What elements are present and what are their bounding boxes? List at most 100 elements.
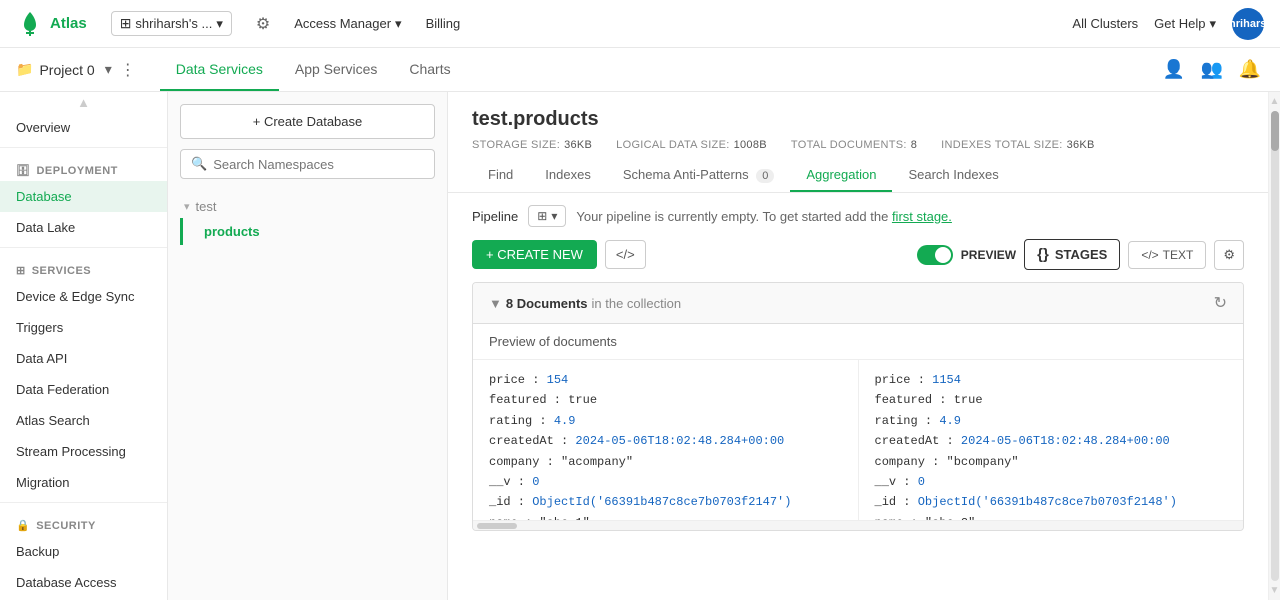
scroll-bottom-icon[interactable]: ▼	[1270, 585, 1280, 596]
create-database-button[interactable]: + Create Database	[180, 104, 435, 139]
sidebar-section-services: ⊞ SERVICES	[0, 252, 167, 281]
search-namespaces-input[interactable]	[213, 157, 424, 172]
text-button[interactable]: </> TEXT	[1128, 241, 1206, 269]
top-navbar: Atlas ⊞ shriharsh's ... ▾ ⚙ Access Manag…	[0, 0, 1280, 48]
preview-toggle-group: PREVIEW	[917, 245, 1016, 265]
database-group-test: ▾ test products	[180, 195, 435, 245]
toggle-knob	[935, 247, 951, 263]
pipeline-source-icon[interactable]: ⊞ ▾	[528, 205, 566, 227]
preview-label: PREVIEW	[961, 248, 1016, 262]
tab-find[interactable]: Find	[472, 159, 529, 192]
org-selector[interactable]: ⊞ shriharsh's ... ▾	[111, 11, 232, 36]
sidebar: ▲ Overview 🗄 DEPLOYMENT Database Data La…	[0, 92, 168, 600]
sidebar-item-triggers[interactable]: Triggers	[0, 312, 167, 343]
project-bar: 📁 Project 0 ▾ ⋮ Data Services App Servic…	[0, 48, 1280, 92]
bell-icon[interactable]: 🔔	[1236, 56, 1264, 84]
pipeline-label: Pipeline	[472, 209, 518, 224]
database-name-test[interactable]: ▾ test	[180, 195, 435, 218]
doc1-company: company : "acompany"	[489, 452, 842, 472]
person-icon[interactable]: 👤	[1160, 56, 1188, 84]
tab-data-services[interactable]: Data Services	[160, 48, 279, 91]
search-namespaces-box[interactable]: 🔍	[180, 149, 435, 179]
doc2-price: price : 1154	[875, 370, 1228, 390]
sidebar-item-data-federation[interactable]: Data Federation	[0, 374, 167, 405]
doc2-featured: featured : true	[875, 390, 1228, 410]
pipeline-bar: Pipeline ⊞ ▾ Your pipeline is currently …	[472, 205, 1244, 227]
collection-item-products[interactable]: products	[180, 218, 435, 245]
billing-link[interactable]: Billing	[426, 16, 461, 31]
collection-title: test.products	[472, 108, 1244, 131]
get-help-menu[interactable]: Get Help ▾	[1154, 16, 1216, 32]
sidebar-item-database-access[interactable]: Database Access	[0, 567, 167, 598]
doc1-featured: featured : true	[489, 390, 842, 410]
document-card-1: price : 154 featured : true rating : 4.9…	[473, 360, 859, 520]
doc2-name: name : "abc-2"	[875, 513, 1228, 520]
tab-charts[interactable]: Charts	[393, 48, 466, 91]
docs-header[interactable]: ▼ 8 Documents in the collection ↻	[473, 283, 1243, 324]
sidebar-item-overview[interactable]: Overview	[0, 112, 167, 143]
sidebar-item-data-api[interactable]: Data API	[0, 343, 167, 374]
settings-icon[interactable]: ⚙	[256, 14, 270, 34]
create-new-button[interactable]: + CREATE NEW	[472, 240, 597, 269]
docs-horizontal-scroll[interactable]	[473, 520, 1243, 530]
main-layout: ▲ Overview 🗄 DEPLOYMENT Database Data La…	[0, 92, 1280, 600]
tab-app-services[interactable]: App Services	[279, 48, 393, 91]
meta-total-docs: TOTAL DOCUMENTS: 8	[791, 139, 917, 151]
access-chevron-icon: ▾	[395, 16, 402, 32]
pipeline-actions: + CREATE NEW </> PREVIEW {} STAGES </>	[472, 239, 1244, 270]
access-manager-menu[interactable]: Access Manager ▾	[294, 16, 401, 32]
sidebar-item-device-sync[interactable]: Device & Edge Sync	[0, 281, 167, 312]
doc1-v: __v : 0	[489, 472, 842, 492]
gear-icon: ⚙	[1223, 247, 1235, 262]
pipeline-area: Pipeline ⊞ ▾ Your pipeline is currently …	[448, 193, 1268, 600]
document-card-2: price : 1154 featured : true rating : 4.…	[859, 360, 1244, 520]
user-chevron-icon: ▾	[1270, 17, 1276, 30]
deployment-icon: 🗄	[16, 164, 30, 177]
sidebar-item-database[interactable]: Database	[0, 181, 167, 212]
preview-toggle[interactable]	[917, 245, 953, 265]
tab-search-indexes[interactable]: Search Indexes	[892, 159, 1014, 192]
tab-schema[interactable]: Schema Anti-Patterns 0	[607, 159, 790, 192]
all-clusters-button[interactable]: All Clusters	[1072, 16, 1138, 31]
sidebar-item-stream-processing[interactable]: Stream Processing	[0, 436, 167, 467]
docs-grid: price : 154 featured : true rating : 4.9…	[473, 360, 1243, 520]
doc2-id: _id : ObjectId('66391b487c8ce7b0703f2148…	[875, 492, 1228, 512]
meta-logical-size: LOGICAL DATA SIZE: 1008B	[616, 139, 767, 151]
docs-preview-label: Preview of documents	[473, 324, 1243, 360]
sidebar-item-migration[interactable]: Migration	[0, 467, 167, 498]
doc1-rating: rating : 4.9	[489, 411, 842, 431]
org-chevron-icon: ▾	[216, 16, 223, 32]
collection-meta: STORAGE SIZE: 36KB LOGICAL DATA SIZE: 10…	[472, 139, 1244, 151]
sidebar-section-deployment: 🗄 DEPLOYMENT	[0, 152, 167, 181]
tab-indexes[interactable]: Indexes	[529, 159, 607, 192]
search-icon: 🔍	[191, 156, 207, 172]
stages-button[interactable]: {} STAGES	[1024, 239, 1120, 270]
refresh-icon[interactable]: ↻	[1214, 293, 1227, 313]
security-icon: 🔒	[16, 519, 30, 532]
scroll-top-icon[interactable]: ▲	[1270, 96, 1280, 107]
project-more-options[interactable]: ⋮	[120, 60, 136, 80]
code-editor-button[interactable]: </>	[605, 240, 646, 269]
pipeline-settings-button[interactable]: ⚙	[1214, 240, 1244, 270]
sidebar-item-backup[interactable]: Backup	[0, 536, 167, 567]
stages-brace-icon: {}	[1037, 246, 1049, 263]
sidebar-item-atlas-search[interactable]: Atlas Search	[0, 405, 167, 436]
atlas-logo[interactable]: Atlas	[16, 10, 87, 38]
docs-subtitle: in the collection	[592, 296, 682, 311]
people-icon[interactable]: 👥	[1198, 56, 1226, 84]
project-selector[interactable]: 📁 Project 0 ▾	[16, 61, 112, 78]
main-content: test.products STORAGE SIZE: 36KB LOGICAL…	[448, 92, 1268, 600]
user-avatar[interactable]: shriharsh ▾	[1232, 8, 1264, 40]
first-stage-link[interactable]: first stage.	[892, 209, 952, 224]
sidebar-scroll-top: ▲	[0, 92, 167, 112]
code-icon: </>	[616, 247, 635, 262]
content-tabs: Find Indexes Schema Anti-Patterns 0 Aggr…	[472, 159, 1244, 192]
scroll-thumb	[1271, 111, 1279, 151]
project-tabs: Data Services App Services Charts	[160, 48, 467, 91]
doc2-rating: rating : 4.9	[875, 411, 1228, 431]
documents-section: ▼ 8 Documents in the collection ↻ Previe…	[472, 282, 1244, 531]
tab-aggregation[interactable]: Aggregation	[790, 159, 892, 192]
sidebar-item-data-lake[interactable]: Data Lake	[0, 212, 167, 243]
doc1-name: name : "abc-1"	[489, 513, 842, 520]
text-code-icon: </>	[1141, 248, 1158, 262]
